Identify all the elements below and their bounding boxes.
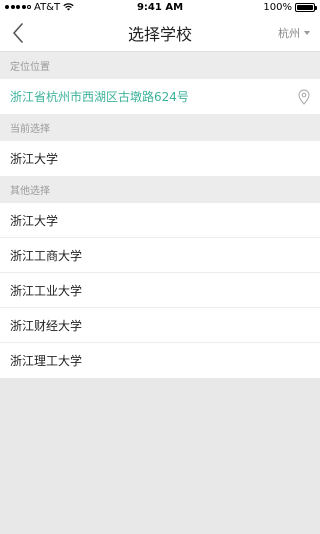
school-label: 浙江大学 <box>10 213 59 228</box>
nav-bar: 选择学校 杭州 <box>0 14 320 52</box>
location-address: 浙江省杭州市西湖区古墩路624号 <box>10 90 189 104</box>
page-title: 选择学校 <box>127 24 192 44</box>
status-bar: AT&T 9:41 AM 100% <box>0 0 320 14</box>
back-button[interactable] <box>6 20 30 46</box>
school-label: 浙江工业大学 <box>10 283 83 298</box>
chevron-left-icon <box>13 23 23 43</box>
current-school-label: 浙江大学 <box>10 152 59 166</box>
school-label: 浙江理工大学 <box>10 354 83 368</box>
current-section-header: 当前选择 <box>0 114 320 141</box>
city-selector[interactable]: 杭州 <box>278 25 310 41</box>
current-school-row[interactable]: 浙江大学 <box>0 141 320 176</box>
battery-icon <box>295 2 317 12</box>
location-pin-icon[interactable] <box>298 88 310 105</box>
location-list: 浙江省杭州市西湖区古墩路624号 <box>0 79 320 114</box>
school-label: 浙江财经大学 <box>10 318 83 333</box>
battery-percent: 100% <box>263 1 292 13</box>
wifi-icon <box>63 3 74 11</box>
battery-fill <box>297 4 313 10</box>
list-item[interactable]: 浙江理工大学 <box>0 343 320 378</box>
list-item[interactable]: 浙江工业大学 <box>0 273 320 308</box>
location-section-header: 定位位置 <box>0 52 320 79</box>
list-item[interactable]: 浙江大学 <box>0 203 320 238</box>
city-label: 杭州 <box>278 27 300 40</box>
list-item[interactable]: 浙江财经大学 <box>0 308 320 343</box>
caret-down-icon <box>304 31 310 35</box>
other-schools-list: 浙江大学 浙江工商大学 浙江工业大学 浙江财经大学 浙江理工大学 <box>0 203 320 378</box>
location-row[interactable]: 浙江省杭州市西湖区古墩路624号 <box>0 79 320 114</box>
carrier-label: AT&T <box>34 1 61 13</box>
other-section-header: 其他选择 <box>0 176 320 203</box>
signal-strength-icon <box>5 5 31 9</box>
list-item[interactable]: 浙江工商大学 <box>0 238 320 273</box>
status-left: AT&T <box>5 2 74 13</box>
status-right: 100% <box>263 1 317 13</box>
school-label: 浙江工商大学 <box>10 248 83 263</box>
current-list: 浙江大学 <box>0 141 320 176</box>
